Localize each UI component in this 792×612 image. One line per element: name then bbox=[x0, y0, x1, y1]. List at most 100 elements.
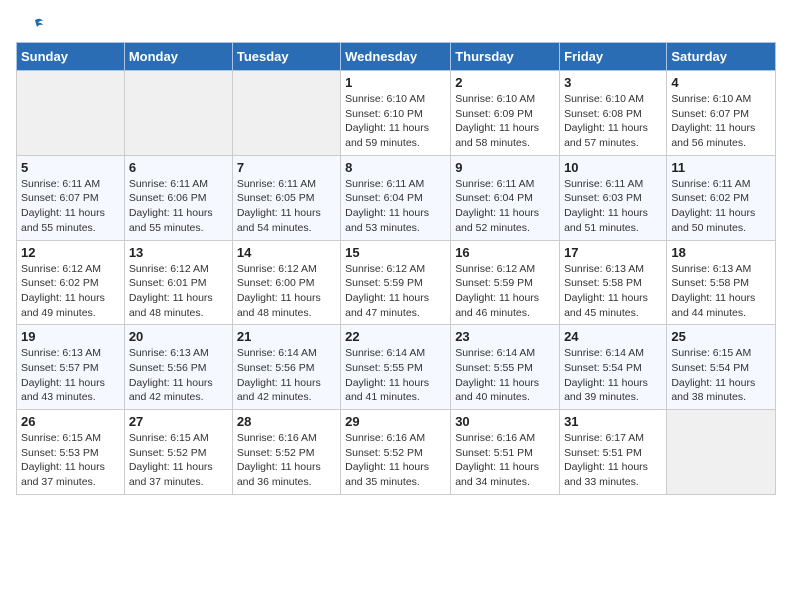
day-header-wednesday: Wednesday bbox=[341, 43, 451, 71]
day-number: 11 bbox=[671, 160, 771, 175]
day-number: 18 bbox=[671, 245, 771, 260]
day-number: 24 bbox=[564, 329, 662, 344]
day-cell: 7 Sunrise: 6:11 AM Sunset: 6:05 PM Daylig… bbox=[232, 155, 340, 240]
day-number: 13 bbox=[129, 245, 228, 260]
day-header-sunday: Sunday bbox=[17, 43, 125, 71]
day-cell: 21Sunrise: 6:14 AM Sunset: 5:56 PM Dayli… bbox=[232, 325, 340, 410]
day-number: 19 bbox=[21, 329, 120, 344]
day-cell: 4 Sunrise: 6:10 AM Sunset: 6:07 PM Daylig… bbox=[667, 71, 776, 156]
day-info: Sunrise: 6:11 AM Sunset: 6:04 PM Dayligh… bbox=[455, 177, 555, 236]
day-info: Sunrise: 6:10 AM Sunset: 6:07 PM Dayligh… bbox=[671, 92, 771, 151]
day-number: 26 bbox=[21, 414, 120, 429]
day-info: Sunrise: 6:13 AM Sunset: 5:58 PM Dayligh… bbox=[671, 262, 771, 321]
day-info: Sunrise: 6:17 AM Sunset: 5:51 PM Dayligh… bbox=[564, 431, 662, 490]
day-cell: 19 Sunrise: 6:13 AM Sunset: 5:57 PM Dayli… bbox=[17, 325, 125, 410]
day-number: 30 bbox=[455, 414, 555, 429]
day-cell: 12 Sunrise: 6:12 AM Sunset: 6:02 PM Dayli… bbox=[17, 240, 125, 325]
day-cell: 26 Sunrise: 6:15 AM Sunset: 5:53 PM Dayli… bbox=[17, 410, 125, 495]
logo-bird-icon bbox=[26, 16, 44, 34]
page-header bbox=[0, 0, 792, 42]
day-info: Sunrise: 6:10 AM Sunset: 6:08 PM Dayligh… bbox=[564, 92, 662, 151]
day-number: 23 bbox=[455, 329, 555, 344]
day-cell: 20Sunrise: 6:13 AM Sunset: 5:56 PM Dayli… bbox=[124, 325, 232, 410]
day-header-friday: Friday bbox=[560, 43, 667, 71]
week-row-2: 5Sunrise: 6:11 AM Sunset: 6:07 PM Daylig… bbox=[17, 155, 776, 240]
day-cell: 6 Sunrise: 6:11 AM Sunset: 6:06 PM Daylig… bbox=[124, 155, 232, 240]
day-cell: 28 Sunrise: 6:16 AM Sunset: 5:52 PM Dayli… bbox=[232, 410, 340, 495]
day-number: 10 bbox=[564, 160, 662, 175]
day-cell: 8 Sunrise: 6:11 AM Sunset: 6:04 PM Daylig… bbox=[341, 155, 451, 240]
week-row-4: 19 Sunrise: 6:13 AM Sunset: 5:57 PM Dayli… bbox=[17, 325, 776, 410]
day-info: Sunrise: 6:10 AM Sunset: 6:10 PM Dayligh… bbox=[345, 92, 446, 151]
day-cell: 14 Sunrise: 6:12 AM Sunset: 6:00 PM Dayli… bbox=[232, 240, 340, 325]
day-number: 3 bbox=[564, 75, 662, 90]
day-info: Sunrise: 6:12 AM Sunset: 6:02 PM Dayligh… bbox=[21, 262, 120, 321]
calendar-table: SundayMondayTuesdayWednesdayThursdayFrid… bbox=[16, 42, 776, 495]
day-cell: 30 Sunrise: 6:16 AM Sunset: 5:51 PM Dayli… bbox=[451, 410, 560, 495]
day-info: Sunrise: 6:11 AM Sunset: 6:03 PM Dayligh… bbox=[564, 177, 662, 236]
day-number: 22 bbox=[345, 329, 446, 344]
day-info: Sunrise: 6:11 AM Sunset: 6:04 PM Dayligh… bbox=[345, 177, 446, 236]
week-row-3: 12 Sunrise: 6:12 AM Sunset: 6:02 PM Dayli… bbox=[17, 240, 776, 325]
day-cell: 27Sunrise: 6:15 AM Sunset: 5:52 PM Dayli… bbox=[124, 410, 232, 495]
day-info: Sunrise: 6:11 AM Sunset: 6:06 PM Dayligh… bbox=[129, 177, 228, 236]
day-cell: 1 Sunrise: 6:10 AM Sunset: 6:10 PM Daylig… bbox=[341, 71, 451, 156]
day-info: Sunrise: 6:10 AM Sunset: 6:09 PM Dayligh… bbox=[455, 92, 555, 151]
day-number: 12 bbox=[21, 245, 120, 260]
day-info: Sunrise: 6:14 AM Sunset: 5:55 PM Dayligh… bbox=[455, 346, 555, 405]
day-info: Sunrise: 6:14 AM Sunset: 5:54 PM Dayligh… bbox=[564, 346, 662, 405]
day-cell: 13 Sunrise: 6:12 AM Sunset: 6:01 PM Dayli… bbox=[124, 240, 232, 325]
day-cell: 22 Sunrise: 6:14 AM Sunset: 5:55 PM Dayli… bbox=[341, 325, 451, 410]
day-info: Sunrise: 6:15 AM Sunset: 5:54 PM Dayligh… bbox=[671, 346, 771, 405]
day-info: Sunrise: 6:15 AM Sunset: 5:53 PM Dayligh… bbox=[21, 431, 120, 490]
day-cell bbox=[667, 410, 776, 495]
day-number: 4 bbox=[671, 75, 771, 90]
day-number: 25 bbox=[671, 329, 771, 344]
day-cell: 9Sunrise: 6:11 AM Sunset: 6:04 PM Daylig… bbox=[451, 155, 560, 240]
day-number: 1 bbox=[345, 75, 446, 90]
day-cell: 25 Sunrise: 6:15 AM Sunset: 5:54 PM Dayli… bbox=[667, 325, 776, 410]
day-cell bbox=[232, 71, 340, 156]
day-header-thursday: Thursday bbox=[451, 43, 560, 71]
day-number: 16 bbox=[455, 245, 555, 260]
day-header-monday: Monday bbox=[124, 43, 232, 71]
day-cell: 29 Sunrise: 6:16 AM Sunset: 5:52 PM Dayli… bbox=[341, 410, 451, 495]
day-cell: 17Sunrise: 6:13 AM Sunset: 5:58 PM Dayli… bbox=[560, 240, 667, 325]
day-number: 8 bbox=[345, 160, 446, 175]
day-cell: 10 Sunrise: 6:11 AM Sunset: 6:03 PM Dayli… bbox=[560, 155, 667, 240]
day-cell bbox=[17, 71, 125, 156]
day-info: Sunrise: 6:16 AM Sunset: 5:52 PM Dayligh… bbox=[345, 431, 446, 490]
logo bbox=[24, 16, 44, 34]
days-header-row: SundayMondayTuesdayWednesdayThursdayFrid… bbox=[17, 43, 776, 71]
day-cell: 31 Sunrise: 6:17 AM Sunset: 5:51 PM Dayli… bbox=[560, 410, 667, 495]
day-number: 27 bbox=[129, 414, 228, 429]
day-cell: 5Sunrise: 6:11 AM Sunset: 6:07 PM Daylig… bbox=[17, 155, 125, 240]
day-cell: 16 Sunrise: 6:12 AM Sunset: 5:59 PM Dayli… bbox=[451, 240, 560, 325]
day-info: Sunrise: 6:12 AM Sunset: 5:59 PM Dayligh… bbox=[455, 262, 555, 321]
day-info: Sunrise: 6:16 AM Sunset: 5:51 PM Dayligh… bbox=[455, 431, 555, 490]
day-info: Sunrise: 6:12 AM Sunset: 6:00 PM Dayligh… bbox=[237, 262, 336, 321]
day-info: Sunrise: 6:11 AM Sunset: 6:05 PM Dayligh… bbox=[237, 177, 336, 236]
day-info: Sunrise: 6:12 AM Sunset: 6:01 PM Dayligh… bbox=[129, 262, 228, 321]
day-number: 14 bbox=[237, 245, 336, 260]
day-number: 6 bbox=[129, 160, 228, 175]
day-number: 5 bbox=[21, 160, 120, 175]
day-cell bbox=[124, 71, 232, 156]
day-number: 31 bbox=[564, 414, 662, 429]
day-header-saturday: Saturday bbox=[667, 43, 776, 71]
day-info: Sunrise: 6:12 AM Sunset: 5:59 PM Dayligh… bbox=[345, 262, 446, 321]
day-number: 21 bbox=[237, 329, 336, 344]
day-number: 28 bbox=[237, 414, 336, 429]
day-cell: 2Sunrise: 6:10 AM Sunset: 6:09 PM Daylig… bbox=[451, 71, 560, 156]
calendar-wrapper: SundayMondayTuesdayWednesdayThursdayFrid… bbox=[0, 42, 792, 511]
day-number: 15 bbox=[345, 245, 446, 260]
day-info: Sunrise: 6:14 AM Sunset: 5:55 PM Dayligh… bbox=[345, 346, 446, 405]
week-row-5: 26 Sunrise: 6:15 AM Sunset: 5:53 PM Dayli… bbox=[17, 410, 776, 495]
day-number: 7 bbox=[237, 160, 336, 175]
day-info: Sunrise: 6:13 AM Sunset: 5:57 PM Dayligh… bbox=[21, 346, 120, 405]
day-number: 20 bbox=[129, 329, 228, 344]
day-info: Sunrise: 6:16 AM Sunset: 5:52 PM Dayligh… bbox=[237, 431, 336, 490]
day-cell: 18 Sunrise: 6:13 AM Sunset: 5:58 PM Dayli… bbox=[667, 240, 776, 325]
day-header-tuesday: Tuesday bbox=[232, 43, 340, 71]
day-number: 29 bbox=[345, 414, 446, 429]
